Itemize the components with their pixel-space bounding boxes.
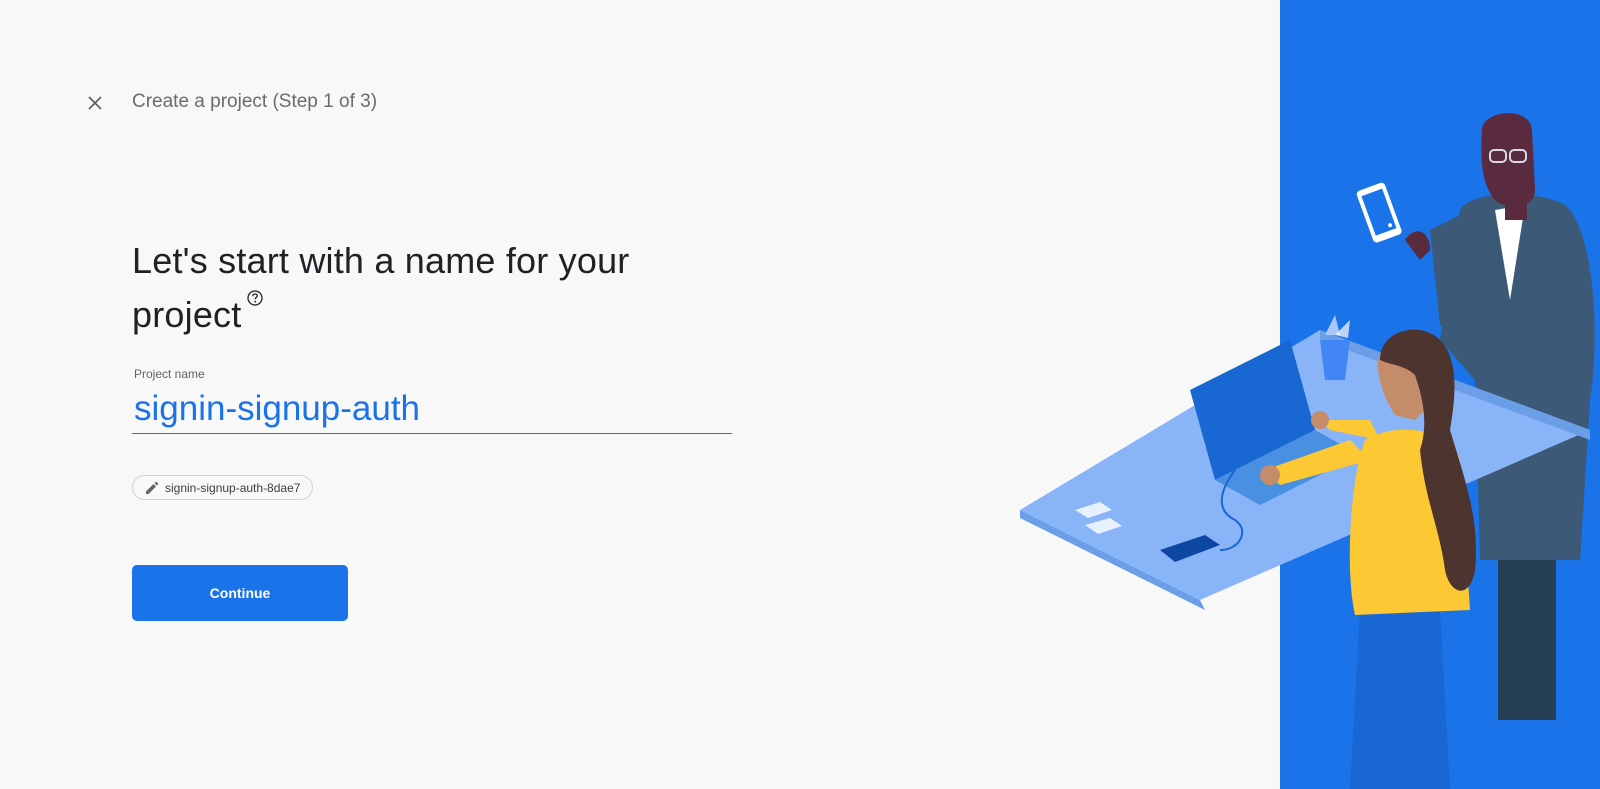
help-circle-icon[interactable] <box>247 290 264 306</box>
close-icon <box>88 96 102 110</box>
project-name-input[interactable] <box>132 384 732 434</box>
heading-text: Let's start with a name for your project <box>132 240 630 335</box>
page-title: Create a project (Step 1 of 3) <box>132 91 378 112</box>
plant-pot <box>1320 315 1350 380</box>
project-name-label: Project name <box>134 367 205 381</box>
continue-button[interactable]: Continue <box>132 565 348 621</box>
edit-pencil-icon <box>146 481 159 494</box>
project-id-text: signin-signup-auth-8dae7 <box>165 480 301 495</box>
close-button[interactable] <box>82 90 108 116</box>
people-at-desk-illustration <box>1020 113 1595 789</box>
main-heading: Let's start with a name for your project <box>132 234 652 342</box>
project-id-chip[interactable]: signin-signup-auth-8dae7 <box>132 475 314 500</box>
create-project-page: Create a project (Step 1 of 3) Let's sta… <box>0 0 1600 789</box>
